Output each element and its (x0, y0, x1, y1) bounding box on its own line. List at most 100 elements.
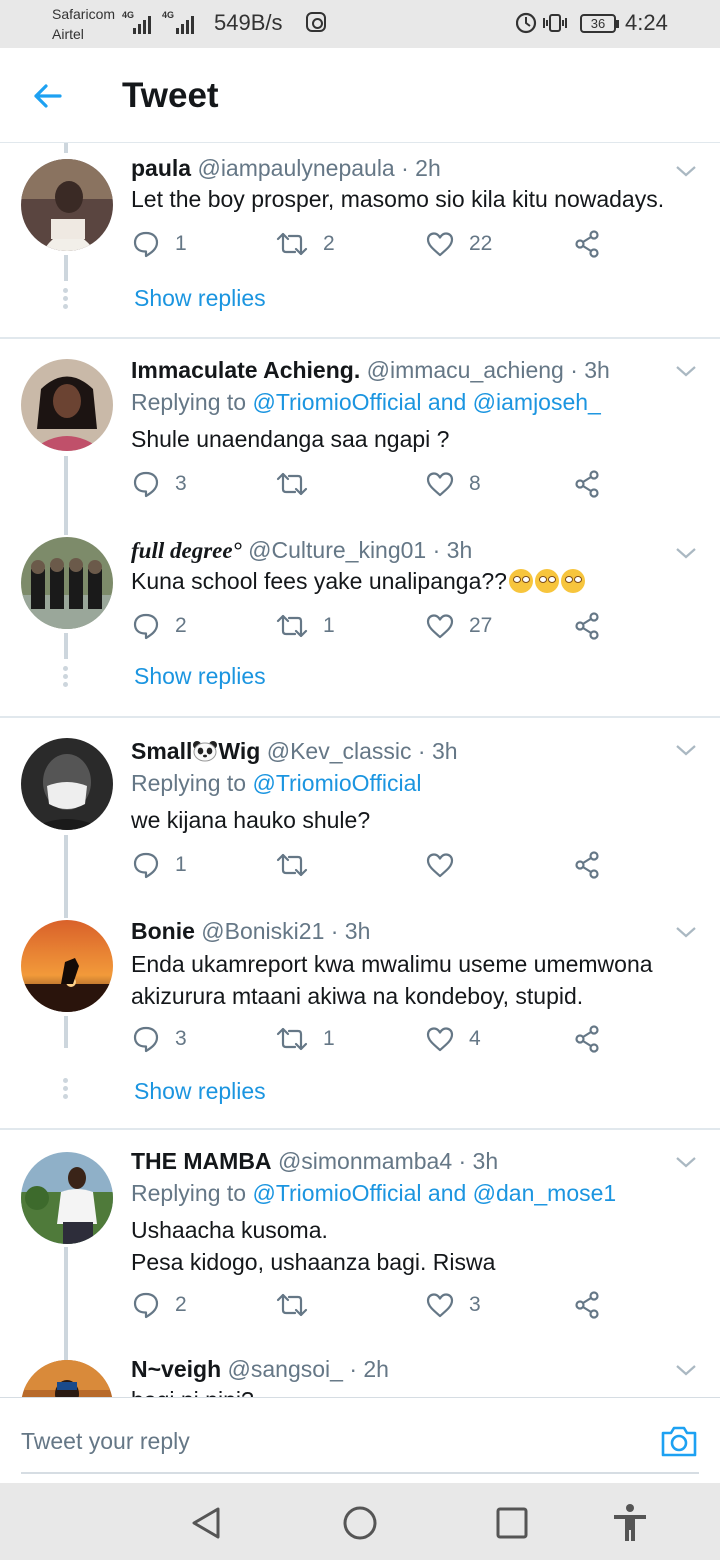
retweet-count: 2 (323, 232, 335, 255)
retweet-icon (276, 472, 308, 496)
carrier-name-2: Airtel (52, 26, 84, 42)
reply-button[interactable]: 2 (131, 1290, 187, 1320)
chevron-down-icon[interactable] (674, 1362, 698, 1378)
thread-line (64, 1247, 68, 1340)
eye-roll-emoji-icon (560, 569, 585, 593)
back-arrow-icon[interactable] (30, 78, 66, 114)
back-nav-icon[interactable] (186, 1503, 226, 1543)
display-name[interactable]: Small Wig (131, 738, 260, 764)
retweet-icon (276, 232, 308, 256)
handle: @immacu_achieng · 3h (366, 357, 610, 383)
display-name[interactable]: N~veigh (131, 1356, 221, 1382)
reply-button[interactable]: 1 (131, 229, 187, 259)
chevron-down-icon[interactable] (674, 545, 698, 561)
heart-icon (426, 1293, 454, 1318)
show-replies-link[interactable]: Show replies (134, 1078, 266, 1105)
like-button[interactable]: 27 (425, 611, 492, 641)
heart-icon (426, 472, 454, 497)
thread-line (64, 633, 68, 659)
like-button[interactable]: 3 (425, 1290, 481, 1320)
tweet-text: Kuna school fees yake unalipanga?? (131, 565, 691, 597)
share-icon[interactable] (573, 469, 601, 499)
thread-line (64, 255, 68, 281)
reply-timeline[interactable]: paula @iampaulynepaula · 2h Let the boy … (0, 143, 720, 1397)
retweet-button[interactable]: 2 (275, 229, 335, 259)
recents-nav-icon[interactable] (492, 1503, 532, 1543)
avatar[interactable] (21, 738, 113, 830)
tweet-item[interactable]: paula @iampaulynepaula · 2h Let the boy … (0, 143, 720, 338)
reply-icon (133, 471, 159, 498)
tweet-item[interactable]: THE MAMBA @simonmamba4 · 3h Replying to … (0, 1130, 720, 1340)
reply-input[interactable]: Tweet your reply (21, 1428, 190, 1455)
retweet-button[interactable] (275, 469, 323, 499)
reply-button[interactable]: 3 (131, 469, 187, 499)
tweet-item[interactable]: N~veigh @sangsoi_ · 2h bagi ni nini? (0, 1340, 720, 1397)
share-icon[interactable] (573, 611, 601, 641)
like-count: 8 (469, 472, 481, 495)
retweet-icon (276, 1027, 308, 1051)
avatar[interactable] (21, 920, 113, 1012)
avatar[interactable] (21, 1360, 113, 1397)
tweet-item[interactable]: Bonie @Boniski21 · 3h Enda ukamreport kw… (0, 888, 720, 1128)
share-icon[interactable] (573, 229, 601, 259)
share-icon[interactable] (573, 850, 601, 880)
tweet-header: Small Wig @Kev_classic · 3h (131, 738, 458, 765)
tweet-item[interactable]: full degree° @Culture_king01 · 3h Kuna s… (0, 519, 720, 716)
mention-link[interactable]: @TriomioOfficial and @iamjoseh_ (252, 389, 600, 415)
reply-button[interactable]: 2 (131, 611, 187, 641)
chevron-down-icon[interactable] (674, 742, 698, 758)
camera-icon[interactable] (660, 1424, 698, 1458)
tweet-actions: 3 1 4 (131, 1024, 611, 1056)
chevron-down-icon[interactable] (674, 363, 698, 379)
handle: @Boniski21 · 3h (201, 918, 371, 944)
retweet-button[interactable] (275, 1290, 309, 1320)
tweet-text: Enda ukamreport kwa mwalimu useme umemwo… (131, 951, 653, 1009)
show-replies-link[interactable]: Show replies (134, 663, 266, 690)
replying-to: Replying to @TriomioOfficial and @dan_mo… (131, 1180, 617, 1206)
reply-button[interactable]: 1 (131, 850, 187, 880)
like-button[interactable]: 22 (425, 229, 492, 259)
reply-button[interactable]: 3 (131, 1024, 187, 1054)
retweet-button[interactable]: 1 (275, 611, 335, 641)
tweet-item[interactable]: Small Wig @Kev_classic · 3h Replying to @… (0, 718, 720, 888)
display-name[interactable]: full degree° (131, 538, 242, 563)
chevron-down-icon[interactable] (674, 924, 698, 940)
network-speed: 549B/s (214, 10, 283, 35)
reply-count: 2 (175, 614, 187, 637)
chevron-down-icon[interactable] (674, 1154, 698, 1170)
retweet-button[interactable]: 1 (275, 1024, 335, 1054)
like-button[interactable]: 4 (425, 1024, 481, 1054)
home-nav-icon[interactable] (340, 1503, 380, 1543)
like-count: 4 (469, 1027, 481, 1050)
share-icon[interactable] (573, 1290, 601, 1320)
thread-dots (63, 1078, 69, 1102)
accessibility-icon[interactable] (610, 1503, 650, 1543)
avatar[interactable] (21, 537, 113, 629)
reply-icon (133, 613, 159, 640)
mention-link[interactable]: @TriomioOfficial (252, 770, 421, 796)
avatar[interactable] (21, 1152, 113, 1244)
display-name[interactable]: paula (131, 155, 191, 181)
share-icon[interactable] (573, 1024, 601, 1054)
instagram-icon (306, 12, 326, 32)
display-name[interactable]: THE MAMBA (131, 1148, 272, 1174)
avatar[interactable] (21, 159, 113, 251)
reply-composer[interactable]: Tweet your reply (0, 1397, 720, 1483)
chevron-down-icon[interactable] (674, 163, 698, 179)
like-button[interactable]: 8 (425, 469, 481, 499)
mention-link[interactable]: @TriomioOfficial and @dan_mose1 (252, 1180, 616, 1206)
display-name[interactable]: Immaculate Achieng. (131, 357, 360, 383)
reply-count: 3 (175, 1027, 187, 1050)
avatar[interactable] (21, 359, 113, 451)
heart-icon (426, 232, 454, 257)
tweet-item[interactable]: Immaculate Achieng. @immacu_achieng · 3h… (0, 339, 720, 519)
replying-to: Replying to @TriomioOfficial (131, 770, 422, 796)
thread-dots (63, 288, 69, 312)
display-name[interactable]: Bonie (131, 918, 195, 944)
tweet-actions: 1 2 22 (131, 229, 611, 261)
retweet-icon (276, 614, 308, 638)
thread-line (64, 143, 68, 153)
retweet-button[interactable] (275, 850, 309, 880)
like-button[interactable] (425, 850, 455, 880)
show-replies-link[interactable]: Show replies (134, 285, 266, 312)
